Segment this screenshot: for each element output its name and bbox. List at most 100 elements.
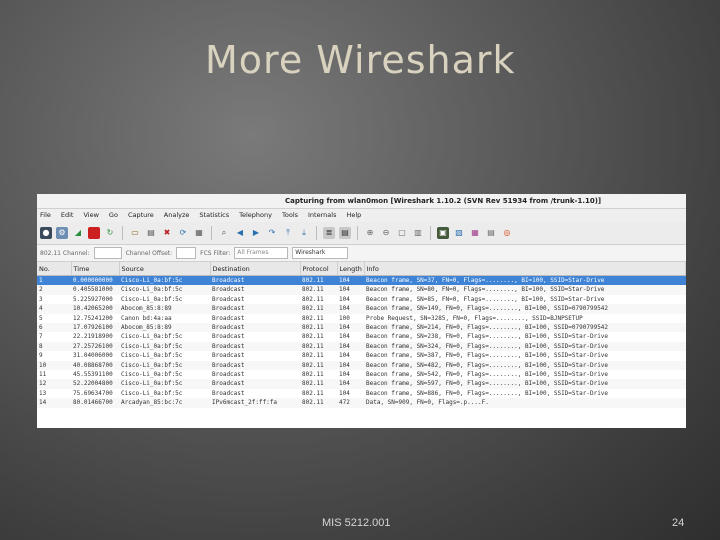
autoscroll-icon[interactable]: ≣: [323, 227, 335, 239]
packet-row[interactable]: 3 5.225927000 Cisco-Li_0a:bf:5c Broadcast 80…: [37, 295, 686, 304]
packet-destination: Broadcast: [210, 285, 300, 295]
find-icon[interactable]: ⌕: [218, 227, 230, 239]
open-file-icon[interactable]: ▭: [129, 227, 141, 239]
capture-filters-icon[interactable]: ▣: [437, 227, 449, 239]
interface-icon[interactable]: ●: [40, 227, 52, 239]
zoom-in-icon[interactable]: ⊕: [364, 227, 376, 239]
menu-go[interactable]: Go: [109, 209, 118, 222]
packet-info: Beacon frame, SN=324, FN=0, Flags=......…: [364, 341, 686, 352]
window-title: Capturing from wlan0mon [Wireshark 1.10.…: [285, 197, 602, 205]
packet-info: Beacon frame, SN=597, FN=0, Flags=......…: [364, 379, 686, 389]
packet-time: 40.08868700: [71, 360, 119, 371]
stop-capture-icon[interactable]: [88, 227, 100, 239]
packet-row[interactable]: 14 80.01466700 Arcadyan_85:bc:7c IPv6mcast_…: [37, 398, 686, 408]
packet-destination: Broadcast: [210, 341, 300, 352]
resize-columns-icon[interactable]: ▥: [412, 227, 424, 239]
help-icon[interactable]: ◎: [501, 227, 513, 239]
packet-row[interactable]: 10 40.08868700 Cisco-Li_0a:bf:5c Broadcast 8…: [37, 360, 686, 371]
colorize-icon[interactable]: ▤: [339, 227, 351, 239]
print-icon[interactable]: ▦: [193, 227, 205, 239]
column-header-source[interactable]: Source: [119, 262, 211, 276]
channel-offset-select[interactable]: [176, 247, 197, 259]
packet-destination: Broadcast: [212, 314, 245, 322]
packet-protocol: 802.11: [302, 333, 324, 341]
fcs-filter-select[interactable]: All Frames: [234, 247, 289, 259]
packet-no: 13: [39, 389, 47, 397]
menu-view[interactable]: View: [83, 209, 98, 222]
first-packet-icon[interactable]: ⤒: [282, 227, 294, 239]
packet-source: Cisco-Li_0a:bf:5c: [121, 352, 183, 360]
channel-label: 802.11 Channel:: [40, 249, 90, 257]
toolbar-separator: [211, 226, 212, 240]
coloring-rules-icon[interactable]: ▦: [469, 227, 481, 239]
preferences-icon[interactable]: ▤: [485, 227, 497, 239]
start-capture-icon[interactable]: ◢: [72, 227, 84, 239]
window-titlebar: Capturing from wlan0mon [Wireshark 1.10.…: [37, 194, 686, 209]
packet-row[interactable]: 5 12.75241200 Canon bd:4a:aa Broadcast 802.1…: [37, 314, 686, 323]
goto-icon[interactable]: ↷: [266, 227, 278, 239]
packet-protocol: 802.11: [300, 285, 337, 295]
packet-row[interactable]: 6 17.07926100 Abocom_85:8:89 Broadcast 802.1…: [37, 323, 686, 333]
last-packet-icon[interactable]: ⤓: [298, 227, 310, 239]
packet-length: 100: [339, 314, 350, 322]
menu-bar: File Edit View Go Capture Analyze Statis…: [37, 209, 686, 222]
packet-destination: Broadcast: [212, 371, 245, 379]
back-icon[interactable]: ◀: [234, 227, 246, 239]
packet-time: 5.225927000: [73, 295, 113, 303]
packet-row[interactable]: 13 75.69634700 Cisco-Li_0a:bf:5c Broadcast 8…: [37, 389, 686, 398]
slide-title: More Wireshark: [205, 38, 516, 82]
packet-row[interactable]: 8 27.25726100 Cisco-Li_0a:bf:5c Broadcast 80…: [37, 341, 686, 352]
column-header-no[interactable]: No.: [37, 262, 72, 276]
packet-protocol: 802.11: [302, 314, 324, 322]
display-filters-icon[interactable]: ▧: [453, 227, 465, 239]
packet-destination: Broadcast: [212, 352, 245, 360]
column-header-length[interactable]: Length: [337, 262, 365, 276]
menu-capture[interactable]: Capture: [128, 209, 154, 222]
save-file-icon[interactable]: ▤: [145, 227, 157, 239]
menu-help[interactable]: Help: [346, 209, 361, 222]
packet-source: Cisco-Li_0a:bf:5c: [119, 275, 210, 286]
packet-row[interactable]: 7 22.21918900 Cisco-Li_0a:bf:5c Broadcast 80…: [37, 332, 686, 341]
packet-destination: Broadcast: [212, 333, 245, 341]
packet-source: Canon bd:4a:aa: [121, 314, 172, 322]
packet-no: 8: [37, 341, 71, 352]
menu-edit[interactable]: Edit: [61, 209, 74, 222]
packet-source: Abocom_85:8:89: [119, 304, 210, 314]
packet-protocol: 802.11: [300, 275, 337, 286]
packet-row[interactable]: 4 10.42065200 Abocom_85:8:89 Broadcast 802.1…: [37, 304, 686, 314]
menu-analyze[interactable]: Analyze: [164, 209, 190, 222]
menu-internals[interactable]: Internals: [308, 209, 336, 222]
menu-tools[interactable]: Tools: [282, 209, 298, 222]
column-header-destination[interactable]: Destination: [210, 262, 301, 276]
packet-time: 27.25726100: [71, 341, 119, 352]
packet-row[interactable]: 2 0.405581000 Cisco-Li_0a:bf:5c Broadcast 80…: [37, 285, 686, 295]
normal-size-icon[interactable]: ▢: [396, 227, 408, 239]
menu-statistics[interactable]: Statistics: [199, 209, 229, 222]
packet-info: Beacon frame, SN=37, FN=0, Flags=.......…: [364, 275, 686, 286]
forward-icon[interactable]: ▶: [250, 227, 262, 239]
column-header-info[interactable]: Info: [364, 262, 686, 276]
packet-time: 80.01466700: [71, 398, 119, 408]
packet-info: Beacon frame, SN=387, FN=0, Flags=......…: [366, 352, 609, 360]
column-header-protocol[interactable]: Protocol: [300, 262, 338, 276]
menu-file[interactable]: File: [40, 209, 51, 222]
menu-telephony[interactable]: Telephony: [239, 209, 272, 222]
packet-row[interactable]: 9 31.04006000 Cisco-Li_0a:bf:5c Broadcast 80…: [37, 351, 686, 360]
column-header-time[interactable]: Time: [71, 262, 120, 276]
restart-capture-icon[interactable]: ↻: [104, 227, 116, 239]
options-icon[interactable]: ⚙: [56, 227, 68, 239]
packet-row[interactable]: 12 52.22004800 Cisco-Li_0a:bf:5c Broadcast 8…: [37, 379, 686, 389]
packet-source: Cisco-Li_0a:bf:5c: [119, 379, 210, 389]
packet-protocol: 802.11: [300, 360, 337, 371]
decryption-mode-select[interactable]: Wireshark: [292, 247, 349, 259]
packet-length: 104: [339, 389, 350, 397]
reload-icon[interactable]: ⟳: [177, 227, 189, 239]
packet-length: 104: [339, 371, 350, 379]
close-file-icon[interactable]: ✖: [161, 227, 173, 239]
channel-select[interactable]: [93, 247, 122, 259]
packet-no: 6: [37, 323, 71, 333]
packet-source: Cisco-Li_0a:bf:5c: [121, 389, 183, 397]
packet-row[interactable]: 11 45.55391100 Cisco-Li_0a:bf:5c Broadcast 8…: [37, 370, 686, 379]
packet-row[interactable]: 1 0.000000000 Cisco-Li_0a:bf:5c Broadcast 80…: [37, 275, 686, 286]
zoom-out-icon[interactable]: ⊖: [380, 227, 392, 239]
